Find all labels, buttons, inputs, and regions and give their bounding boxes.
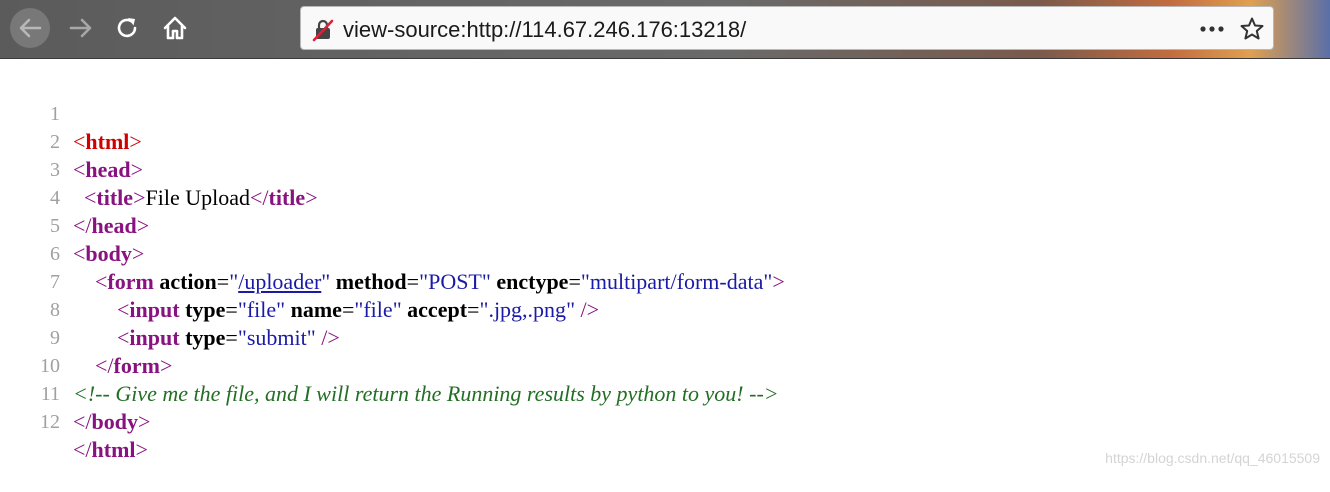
watermark: https://blog.csdn.net/qq_46015509: [1105, 450, 1320, 466]
source-line: 6 <form action="/uploader" method="POST"…: [0, 212, 1330, 294]
source-line: 7 <input type="file" name="file" accept=…: [0, 240, 1330, 322]
source-line: 3 <title>File Upload</title>: [0, 128, 1330, 210]
source-line: 1 <html>: [0, 72, 1330, 154]
back-arrow-icon: [19, 18, 42, 38]
url-text[interactable]: view-source:http://114.67.246.176:13218/: [343, 17, 746, 43]
bookmark-star-icon[interactable]: [1239, 16, 1265, 47]
home-button[interactable]: [156, 10, 194, 46]
source-line: 4 </head>: [0, 156, 1330, 238]
address-bar[interactable]: view-source:http://114.67.246.176:13218/: [300, 6, 1274, 50]
view-source-content: 1 <html> 2 <head> 3 <title>File Upload</…: [0, 72, 1330, 462]
page-actions-menu-icon[interactable]: [1199, 19, 1225, 44]
reload-button[interactable]: [108, 10, 146, 46]
home-icon: [163, 16, 187, 40]
forward-button[interactable]: [62, 10, 100, 46]
source-line: 11 </body>: [0, 352, 1330, 434]
line-number: 12: [40, 411, 60, 433]
source-line: 2 <head>: [0, 100, 1330, 182]
source-line: 12 </html>: [0, 380, 1330, 462]
browser-toolbar: view-source:http://114.67.246.176:13218/: [0, 0, 1330, 59]
back-button[interactable]: [10, 8, 50, 48]
source-line: 5 <body>: [0, 184, 1330, 266]
insecure-connection-icon[interactable]: [311, 18, 335, 47]
reload-icon: [117, 18, 137, 38]
source-line: 9 </form>: [0, 296, 1330, 378]
forward-arrow-icon: [69, 18, 92, 38]
source-line: 10 <!-- Give me the file, and I will ret…: [0, 324, 1330, 406]
source-line: 8 <input type="submit" />: [0, 268, 1330, 350]
